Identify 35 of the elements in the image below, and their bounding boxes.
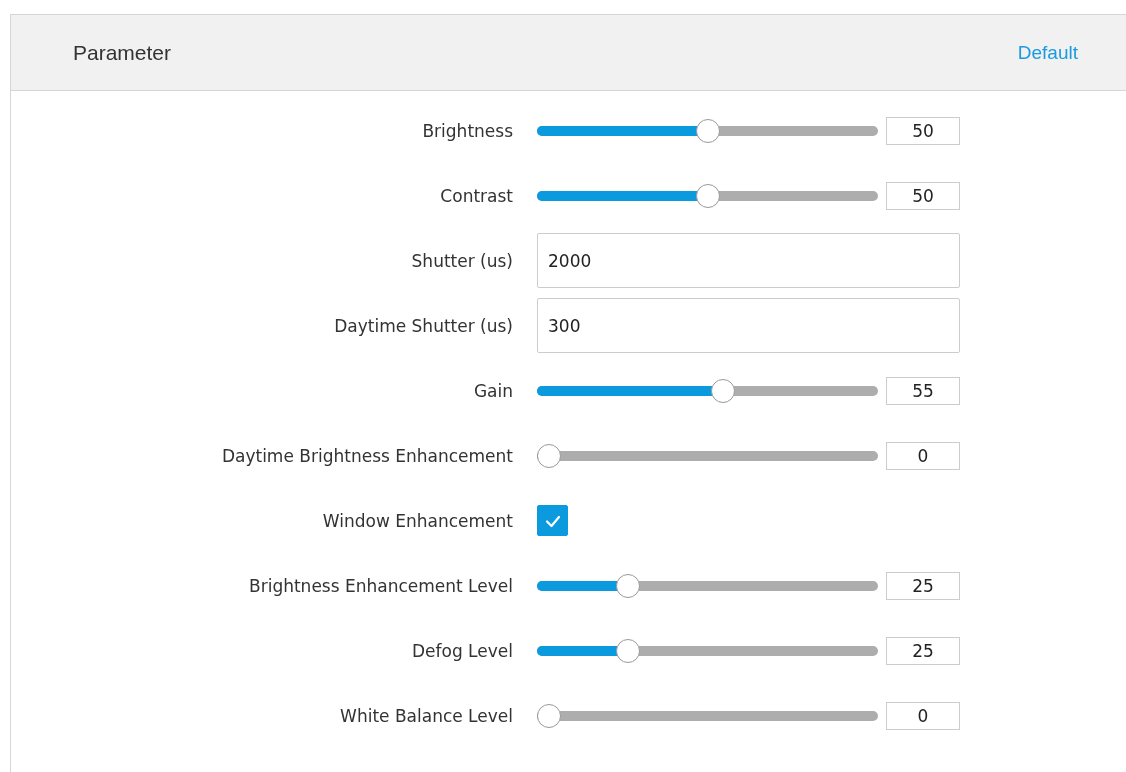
slider[interactable] — [537, 183, 878, 208]
slider[interactable] — [537, 573, 878, 598]
field-label: Defog Level — [411, 640, 514, 661]
slider[interactable] — [537, 638, 878, 663]
slider-thumb[interactable] — [695, 118, 720, 143]
value-field[interactable]: 0 — [886, 441, 960, 470]
value-field[interactable]: 50 — [886, 181, 960, 210]
field-label: Contrast — [439, 185, 514, 206]
input-field[interactable]: 2000 — [537, 233, 960, 288]
slider-thumb[interactable] — [695, 183, 720, 208]
slider-thumb[interactable] — [616, 638, 641, 663]
input-field[interactable]: 300 — [537, 298, 960, 353]
value-field[interactable]: 25 — [886, 571, 960, 600]
slider[interactable] — [537, 443, 878, 468]
slider-thumb[interactable] — [711, 378, 736, 403]
field-label: Brightness — [421, 120, 514, 141]
slider[interactable] — [537, 118, 878, 143]
field-label: Daytime Brightness Enhancement — [220, 445, 514, 466]
checkbox[interactable] — [537, 505, 568, 536]
slider-thumb[interactable] — [537, 443, 561, 468]
field-label: Shutter (us) — [410, 250, 514, 271]
panel-title: Parameter — [73, 40, 172, 65]
field-label: Brightness Enhancement Level — [248, 575, 514, 596]
field-label: White Balance Level — [339, 705, 514, 726]
value-field[interactable]: 0 — [886, 701, 960, 730]
field-label: Daytime Shutter (us) — [333, 315, 514, 336]
slider-thumb[interactable] — [616, 573, 641, 598]
slider-thumb[interactable] — [537, 703, 561, 728]
slider[interactable] — [537, 703, 878, 728]
value-field[interactable]: 25 — [886, 636, 960, 665]
field-label: Window Enhancement — [321, 510, 514, 531]
field-label: Gain — [472, 380, 514, 401]
value-field[interactable]: 55 — [886, 376, 960, 405]
value-field[interactable]: 50 — [886, 116, 960, 145]
slider[interactable] — [537, 378, 878, 403]
